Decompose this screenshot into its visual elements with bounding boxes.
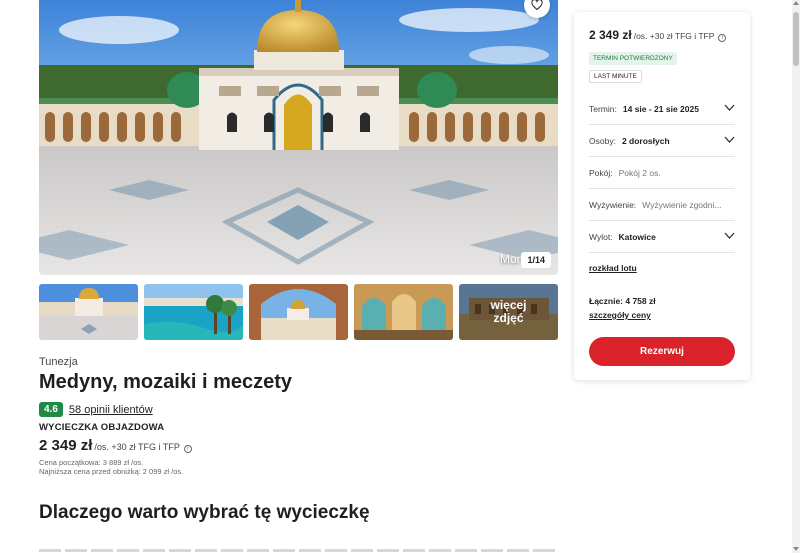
board-field[interactable]: Wyżywienie: Wyżywienie zgodni... xyxy=(589,189,735,221)
info-icon[interactable]: i xyxy=(183,445,192,453)
start-price: Cena początkowa: 3 889 zł /os. xyxy=(39,458,144,467)
departure-value: Katowice xyxy=(618,231,656,242)
panel-price-row: 2 349 zł /os. +30 zł TFG i TFP i xyxy=(589,28,727,42)
price-suffix: /os. +30 zł TFG i TFP xyxy=(94,442,180,452)
chevron-down-icon xyxy=(724,104,735,111)
departure-field[interactable]: Wylot: Katowice xyxy=(589,221,735,253)
scroll-down-icon[interactable] xyxy=(793,547,799,551)
room-field[interactable]: Pokój: Pokój 2 os. xyxy=(589,157,735,189)
heart-icon xyxy=(531,0,543,11)
more-photos-button[interactable]: więcej zdjęć xyxy=(459,284,558,340)
page-scrollbar[interactable] xyxy=(792,0,800,553)
booking-panel: 2 349 zł /os. +30 zł TFG i TFP i TERMIN … xyxy=(574,12,750,380)
flight-schedule-link[interactable]: rozkład lotu xyxy=(589,263,637,273)
description-text-cutoff xyxy=(39,546,558,553)
room-value: Pokój 2 os. xyxy=(618,167,661,178)
info-icon[interactable]: i xyxy=(718,34,727,42)
section-title: Dlaczego warto wybrać tę wycieczkę xyxy=(39,502,370,523)
date-value: 14 sie - 21 sie 2025 xyxy=(622,103,699,114)
rating-row: 4.6 58 opinii klientów xyxy=(39,402,153,417)
board-label: Wyżywienie: xyxy=(589,199,637,210)
thumbnail-2[interactable] xyxy=(144,284,243,340)
travelers-label: Osoby: xyxy=(589,135,616,146)
scroll-thumb[interactable] xyxy=(793,12,799,66)
thumbnail-arch-image xyxy=(249,284,348,340)
trip-type-label: WYCIECZKA OBJAZDOWA xyxy=(39,422,165,433)
last-minute-badge: LAST MINUTE xyxy=(589,70,642,83)
chevron-down-icon xyxy=(724,136,735,143)
date-field[interactable]: Termin: 14 sie - 21 sie 2025 xyxy=(589,93,735,125)
room-label: Pokój: xyxy=(589,167,613,178)
departure-label: Wylot: xyxy=(589,231,613,242)
photo-counter: 1/14 xyxy=(521,252,551,268)
hero-caption: Mon xyxy=(500,252,524,266)
more-photos-label: więcej zdjęć xyxy=(459,284,558,340)
thumbnail-strip: więcej zdjęć xyxy=(39,284,558,340)
panel-price-suffix: /os. +30 zł TFG i TFP xyxy=(633,31,715,41)
rating-badge: 4.6 xyxy=(39,402,63,417)
price-value: 2 349 zł xyxy=(39,437,93,454)
confirmed-badge: TERMIN POTWIERDZONY xyxy=(589,52,677,65)
thumbnail-mosque-image xyxy=(39,284,138,340)
date-label: Termin: xyxy=(589,103,617,114)
country-label: Tunezja xyxy=(39,356,78,368)
thumbnail-4[interactable] xyxy=(354,284,453,340)
mosque-photo xyxy=(39,0,558,275)
price-details-link[interactable]: szczegóły ceny xyxy=(589,310,651,320)
travelers-field[interactable]: Osoby: 2 dorosłych xyxy=(589,125,735,157)
reviews-link[interactable]: 58 opinii klientów xyxy=(69,404,153,416)
thumbnail-beach-image xyxy=(144,284,243,340)
page-title: Medyny, mozaiki i meczety xyxy=(39,371,293,393)
lowest-price: Najniższa cena przed obniżką: 2 099 zł /… xyxy=(39,467,184,476)
panel-price-value: 2 349 zł xyxy=(589,28,632,42)
book-button[interactable]: Rezerwuj xyxy=(589,337,735,366)
price-row: 2 349 zł /os. +30 zł TFG i TFP i xyxy=(39,437,192,454)
board-value: Wyżywienie zgodni... xyxy=(642,199,722,210)
thumbnail-3[interactable] xyxy=(249,284,348,340)
total-price: Łącznie: 4 758 zł xyxy=(589,296,656,306)
thumbnail-1[interactable] xyxy=(39,284,138,340)
thumbnail-interior-image xyxy=(354,284,453,340)
hero-image[interactable]: Mon 1/14 xyxy=(39,0,558,275)
scroll-up-icon[interactable] xyxy=(793,1,799,5)
travelers-value: 2 dorosłych xyxy=(621,135,670,146)
chevron-down-icon xyxy=(724,232,735,239)
